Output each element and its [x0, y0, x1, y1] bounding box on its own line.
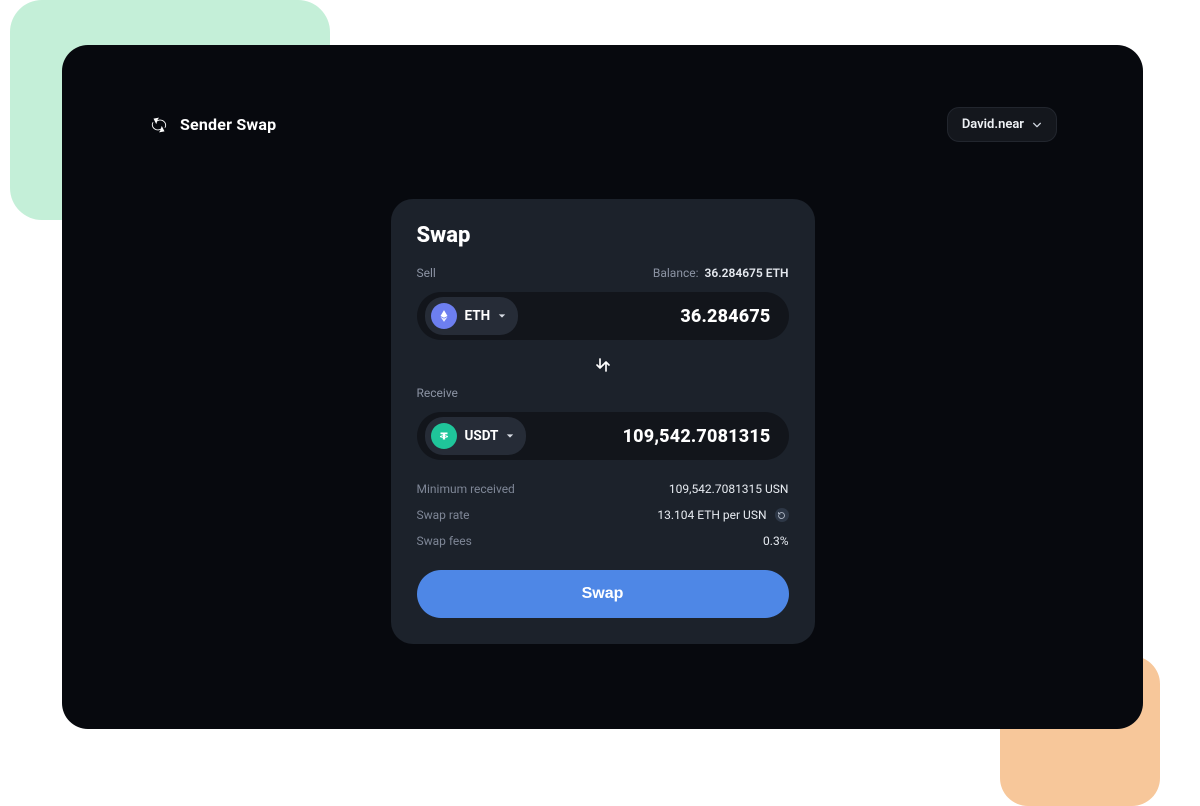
brand-swap-icon — [148, 114, 170, 136]
receive-amount[interactable]: 109,542.7081315 — [623, 426, 771, 447]
topbar: Sender Swap David.near — [148, 107, 1057, 142]
chevron-down-icon — [1032, 120, 1042, 130]
info-min-received: Minimum received 109,542.7081315 USN — [417, 482, 789, 496]
sell-amount[interactable]: 36.284675 — [680, 306, 770, 327]
swap-info: Minimum received 109,542.7081315 USN Swa… — [417, 482, 789, 548]
sell-header-row: Sell Balance: 36.284675 ETH — [417, 266, 789, 280]
brand: Sender Swap — [148, 114, 276, 136]
swap-direction-wrap — [417, 354, 789, 376]
card-title: Swap — [417, 223, 789, 248]
eth-icon — [431, 303, 457, 329]
swap-button[interactable]: Swap — [417, 570, 789, 618]
account-dropdown[interactable]: David.near — [947, 107, 1057, 142]
swap-card: Swap Sell Balance: 36.284675 ETH ETH 36.… — [391, 199, 815, 644]
balance-label: Balance: — [653, 266, 699, 280]
account-label: David.near — [962, 117, 1024, 132]
sell-row: ETH 36.284675 — [417, 292, 789, 340]
usdt-icon — [431, 423, 457, 449]
receive-header-row: Receive — [417, 386, 789, 400]
refresh-rate-icon[interactable] — [775, 508, 789, 522]
balance-value: 36.284675 ETH — [705, 266, 789, 280]
receive-token-name: USDT — [465, 428, 499, 444]
caret-down-icon — [506, 432, 514, 440]
info-swap-rate: Swap rate 13.104 ETH per USN — [417, 508, 789, 522]
sell-label: Sell — [417, 266, 436, 280]
caret-down-icon — [498, 312, 506, 320]
app-window: Sender Swap David.near Swap Sell Balance… — [62, 45, 1143, 729]
swap-rate-label: Swap rate — [417, 508, 470, 522]
brand-title: Sender Swap — [180, 115, 276, 134]
swap-direction-button[interactable] — [592, 354, 614, 376]
receive-row: USDT 109,542.7081315 — [417, 412, 789, 460]
receive-token-select[interactable]: USDT — [425, 417, 527, 455]
sell-token-name: ETH — [465, 308, 491, 324]
min-received-label: Minimum received — [417, 482, 515, 496]
min-received-value: 109,542.7081315 USN — [669, 482, 789, 496]
swap-fees-label: Swap fees — [417, 534, 472, 548]
receive-label: Receive — [417, 386, 458, 400]
balance-display: Balance: 36.284675 ETH — [653, 266, 789, 280]
swap-fees-value: 0.3% — [763, 534, 788, 548]
info-swap-fees: Swap fees 0.3% — [417, 534, 789, 548]
sell-token-select[interactable]: ETH — [425, 297, 519, 335]
swap-rate-value: 13.104 ETH per USN — [657, 508, 766, 522]
